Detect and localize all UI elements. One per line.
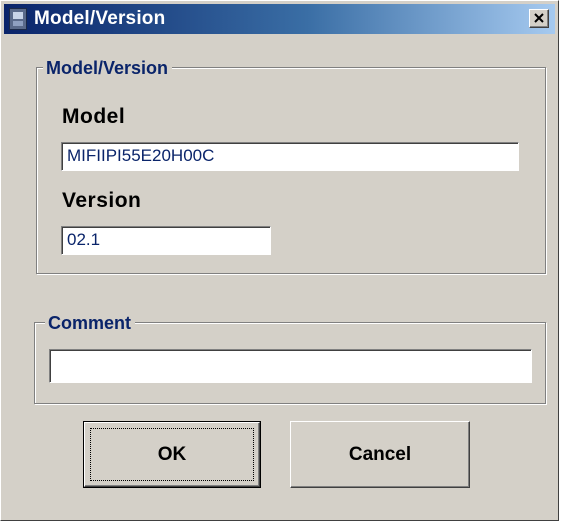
close-icon (534, 13, 544, 23)
cancel-button-label: Cancel (348, 443, 412, 465)
model-field[interactable]: MIFIIPI55E20H00C (61, 142, 519, 171)
title-bar[interactable]: Model/Version (4, 4, 555, 34)
version-label: Version (62, 189, 142, 212)
dialog-window: Model/Version Model/Version Model MIFIIP… (0, 0, 559, 521)
window-title: Model/Version (34, 8, 166, 29)
model-version-group-legend: Model/Version (43, 58, 173, 78)
ok-button-label: OK (157, 443, 187, 465)
comment-field[interactable] (49, 349, 532, 383)
application-icon (9, 8, 27, 30)
ok-button[interactable]: OK (83, 421, 261, 488)
version-field[interactable]: 02.1 (61, 226, 271, 255)
cancel-button[interactable]: Cancel (290, 421, 470, 488)
close-button[interactable] (529, 9, 549, 28)
comment-group-legend: Comment (45, 313, 136, 333)
model-label: Model (62, 105, 126, 128)
